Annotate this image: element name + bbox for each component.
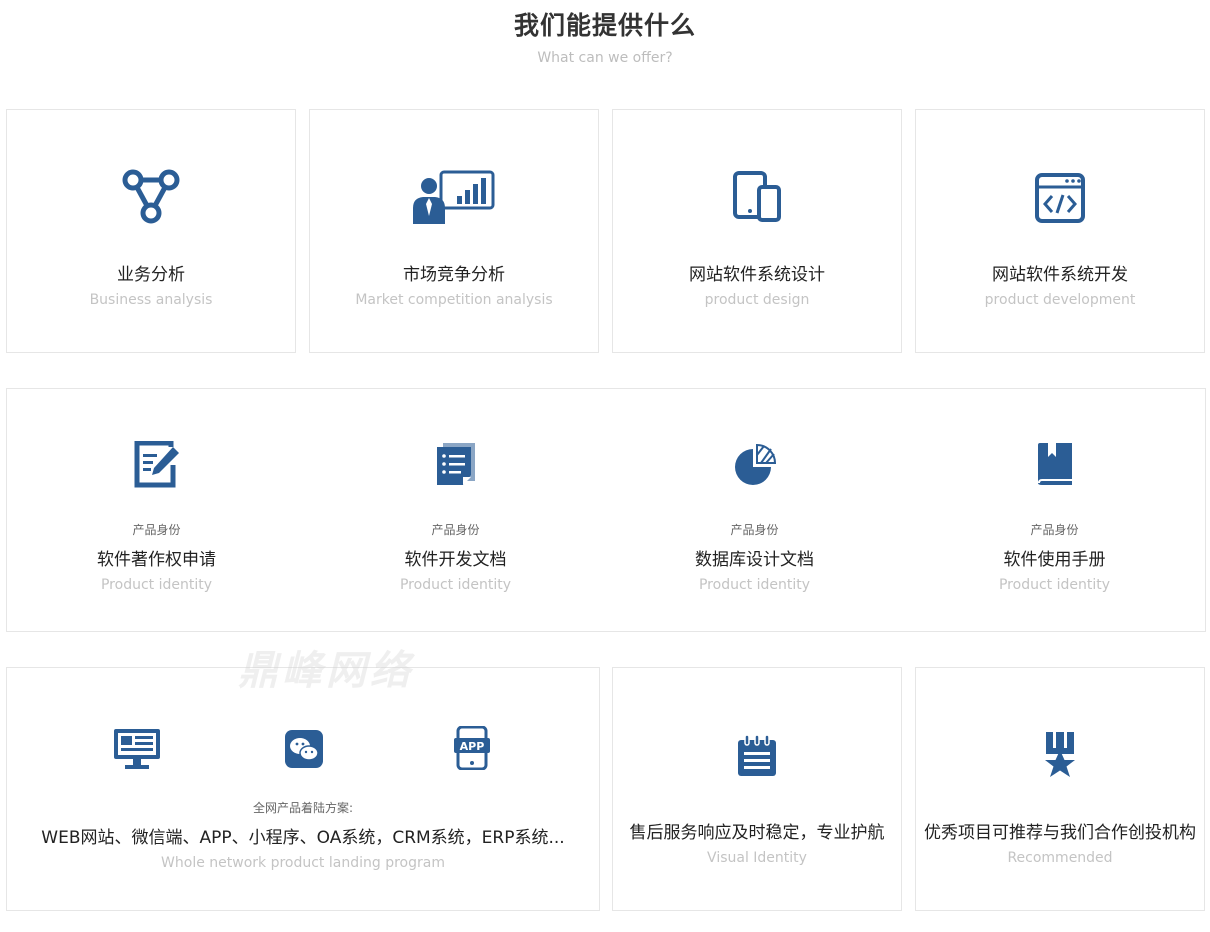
wechat-icon-wrap — [285, 730, 323, 772]
item-dev-docs[interactable]: 产品身份 软件开发文档 Product identity — [306, 389, 605, 631]
section-title: 我们能提供什么 — [513, 11, 696, 40]
item-copyright-application[interactable]: 产品身份 软件著作权申请 Product identity — [7, 389, 306, 631]
card-subtitle: Recommended — [1007, 850, 1113, 866]
code-window-icon — [1035, 173, 1085, 223]
wechat-icon — [285, 730, 323, 768]
notepad-icon — [738, 734, 776, 776]
app-phone-icon: APP — [454, 725, 490, 771]
item-label: 产品身份 — [132, 523, 181, 537]
item-label: 产品身份 — [1030, 523, 1079, 537]
item-title: 数据库设计文档 — [695, 550, 814, 570]
card-product-design[interactable]: 网站软件系统设计 product design — [612, 109, 902, 353]
item-subtitle: Product identity — [998, 577, 1111, 593]
item-user-manual[interactable]: 产品身份 软件使用手册 Product identity — [904, 389, 1205, 631]
monitor-icon — [114, 729, 160, 769]
card-whole-network[interactable]: APP 全网产品着陆方案: WEB网站、微信端、APP、小程序、OA系统，CRM… — [6, 667, 600, 911]
item-subtitle: Product identity — [698, 577, 811, 593]
devices-icon — [733, 171, 781, 222]
monitor-icon-wrap — [113, 728, 161, 774]
item-label: 产品身份 — [431, 523, 480, 537]
book-icon — [1037, 443, 1072, 485]
card-subtitle: Visual Identity — [707, 850, 807, 866]
item-subtitle: Product identity — [100, 577, 213, 593]
card-title: 网站软件系统设计 — [689, 265, 825, 285]
medal-icon — [1045, 732, 1075, 777]
card-title: 售后服务响应及时稳定，专业护航 — [629, 823, 885, 843]
card-subtitle: product development — [984, 292, 1136, 308]
item-title: 软件开发文档 — [404, 550, 507, 570]
card-title: 网站软件系统开发 — [992, 265, 1128, 285]
wide-title: WEB网站、微信端、APP、小程序、OA系统，CRM系统，ERP系统... — [41, 828, 565, 848]
presentation-chart-icon — [413, 170, 495, 224]
card-product-development[interactable]: 网站软件系统开发 product development — [915, 109, 1205, 353]
item-subtitle: Product identity — [399, 577, 512, 593]
card-market-analysis[interactable]: 市场竞争分析 Market competition analysis — [309, 109, 599, 353]
card-business-analysis[interactable]: 业务分析 Business analysis — [6, 109, 296, 353]
svg-text:APP: APP — [460, 740, 485, 753]
network-triangle-icon — [122, 169, 180, 224]
product-identity-panel: 产品身份 软件著作权申请 Product identity 产品身份 软件开发文… — [6, 388, 1206, 632]
pie-chart-icon — [734, 443, 776, 485]
watermark: 鼎峰网络 — [238, 648, 414, 694]
item-title: 软件使用手册 — [1003, 550, 1106, 570]
card-title: 优秀项目可推荐与我们合作创投机构 — [924, 823, 1196, 843]
item-db-docs[interactable]: 产品身份 数据库设计文档 Product identity — [605, 389, 904, 631]
list-document-icon — [436, 443, 475, 485]
section-subtitle: What can we offer? — [537, 50, 673, 66]
card-title: 市场竞争分析 — [403, 265, 505, 285]
wide-label: 全网产品着陆方案: — [252, 801, 354, 815]
card-title: 业务分析 — [117, 265, 185, 285]
edit-document-icon — [134, 441, 179, 488]
card-recommended[interactable]: 优秀项目可推荐与我们合作创投机构 Recommended — [915, 667, 1205, 911]
card-subtitle: Market competition analysis — [355, 292, 553, 308]
app-phone-icon-wrap: APP — [454, 725, 490, 774]
wide-subtitle: Whole network product landing program — [161, 855, 445, 871]
card-subtitle: product design — [704, 292, 810, 308]
item-label: 产品身份 — [730, 523, 779, 537]
card-after-sales[interactable]: 售后服务响应及时稳定，专业护航 Visual Identity — [612, 667, 902, 911]
item-title: 软件著作权申请 — [97, 550, 216, 570]
card-subtitle: Business analysis — [89, 292, 213, 308]
